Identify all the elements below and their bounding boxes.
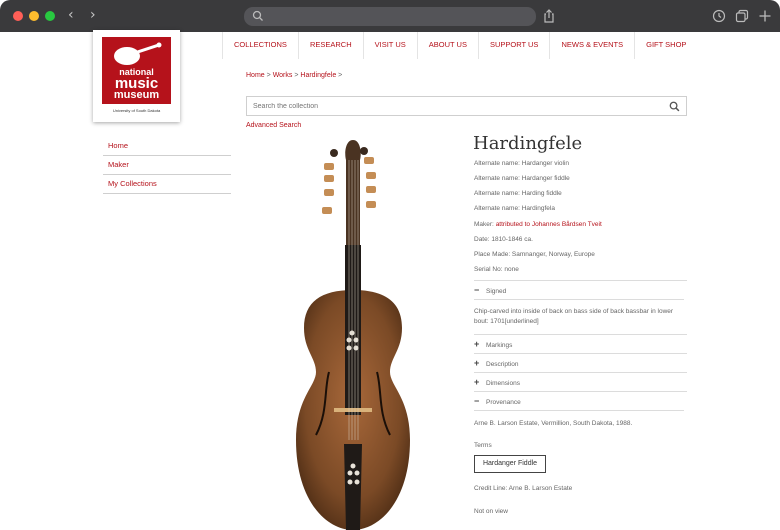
accordion-label: Signed [486,288,507,295]
maximize-window-button[interactable] [45,11,55,21]
sidebar-item-my-collections[interactable]: My Collections [103,175,231,194]
credit-line: Credit Line: Arne B. Larson Estate [474,485,573,492]
item-title: Hardingfele [473,133,583,154]
tabs-icon[interactable] [734,8,750,24]
alternate-name: Alternate name: Hardanger violin [474,160,570,167]
logo-subtitle: University of South Dakota [112,108,161,113]
browser-window: ‹ › national music museum University of … [0,0,780,530]
accordion-label: Description [486,361,519,368]
search-icon[interactable] [669,101,680,112]
sidebar-item-maker[interactable]: Maker [103,156,231,175]
breadcrumb: Home > Works > Hardingfele > [246,72,342,79]
minus-icon: − [474,285,480,295]
close-window-button[interactable] [13,11,23,21]
nav-research[interactable]: RESEARCH [297,32,363,59]
view-status: Not on view [474,508,508,515]
accordion-dimensions[interactable]: + Dimensions [474,372,687,391]
alternate-name: Alternate name: Hardingfela [474,205,555,212]
breadcrumb-home[interactable]: Home [246,72,265,79]
nav-news-events[interactable]: NEWS & EVENTS [549,32,634,59]
date-row: Date: 1810-1846 ca. [474,236,533,243]
logo-text-museum: museum [113,89,160,101]
minus-icon: − [474,396,480,406]
search-input[interactable] [253,101,653,112]
accordion-description[interactable]: + Description [474,353,687,372]
nav-support-us[interactable]: SUPPORT US [477,32,550,59]
nav-collections[interactable]: COLLECTIONS [222,32,298,59]
history-icon[interactable] [711,8,727,24]
accordion-label: Dimensions [486,380,520,387]
serial-number-row: Serial No: none [474,266,519,273]
web-page: national music museum University of Sout… [0,30,780,530]
minimize-window-button[interactable] [29,11,39,21]
nav-about-us[interactable]: ABOUT US [416,32,478,59]
place-made-row: Place Made: Samnanger, Norway, Europe [474,251,595,258]
breadcrumb-separator: > [294,72,299,79]
plus-icon: + [474,358,480,368]
maker-row: Maker: attributed to Johannes Bårdsen Tv… [474,221,602,228]
violin-image [296,140,410,530]
accordion-label: Markings [486,342,513,349]
signed-text: Chip-carved into inside of back on bass … [474,299,684,326]
provenance-text: Arne B. Larson Estate, Vermillion, South… [474,410,684,429]
top-navigation: COLLECTIONS RESEARCH VISIT US ABOUT US S… [222,32,697,59]
sidebar-navigation: Home Maker My Collections [103,137,231,194]
browser-titlebar: ‹ › [0,0,780,32]
breadcrumb-works[interactable]: Works [273,72,293,79]
back-forward-arrows-icon[interactable]: ‹ › [68,7,102,23]
breadcrumb-separator: > [338,72,343,79]
violin-logo-icon [114,42,162,65]
term-tag-button[interactable]: Hardanger Fiddle [474,455,546,473]
maker-label: Maker: [474,221,494,228]
sidebar-item-home[interactable]: Home [103,137,231,156]
advanced-search-link[interactable]: Advanced Search [246,122,301,129]
accordion-signed[interactable]: − Signed [474,280,687,299]
nav-gift-shop[interactable]: GIFT SHOP [634,32,697,59]
plus-icon: + [474,377,480,387]
new-tab-plus-icon[interactable] [757,8,773,24]
collection-search [246,96,687,116]
museum-logo[interactable]: national music museum University of Sout… [93,30,180,122]
accordion-label: Provenance [486,399,521,406]
terms-label: Terms [474,442,492,449]
search-icon [252,10,263,21]
maker-link[interactable]: attributed to Johannes Bårdsen Tveit [496,221,602,228]
address-bar[interactable] [244,7,536,26]
plus-icon: + [474,339,480,349]
share-icon[interactable] [541,8,557,24]
breadcrumb-current[interactable]: Hardingfele [300,72,336,79]
logo-mark: national music museum [102,37,171,104]
nav-visit-us[interactable]: VISIT US [362,32,417,59]
alternate-name: Alternate name: Hardanger fiddle [474,175,570,182]
alternate-name: Alternate name: Harding fiddle [474,190,562,197]
breadcrumb-separator: > [266,72,271,79]
accordion-provenance[interactable]: − Provenance [474,391,687,410]
accordion-markings[interactable]: + Markings [474,334,687,353]
